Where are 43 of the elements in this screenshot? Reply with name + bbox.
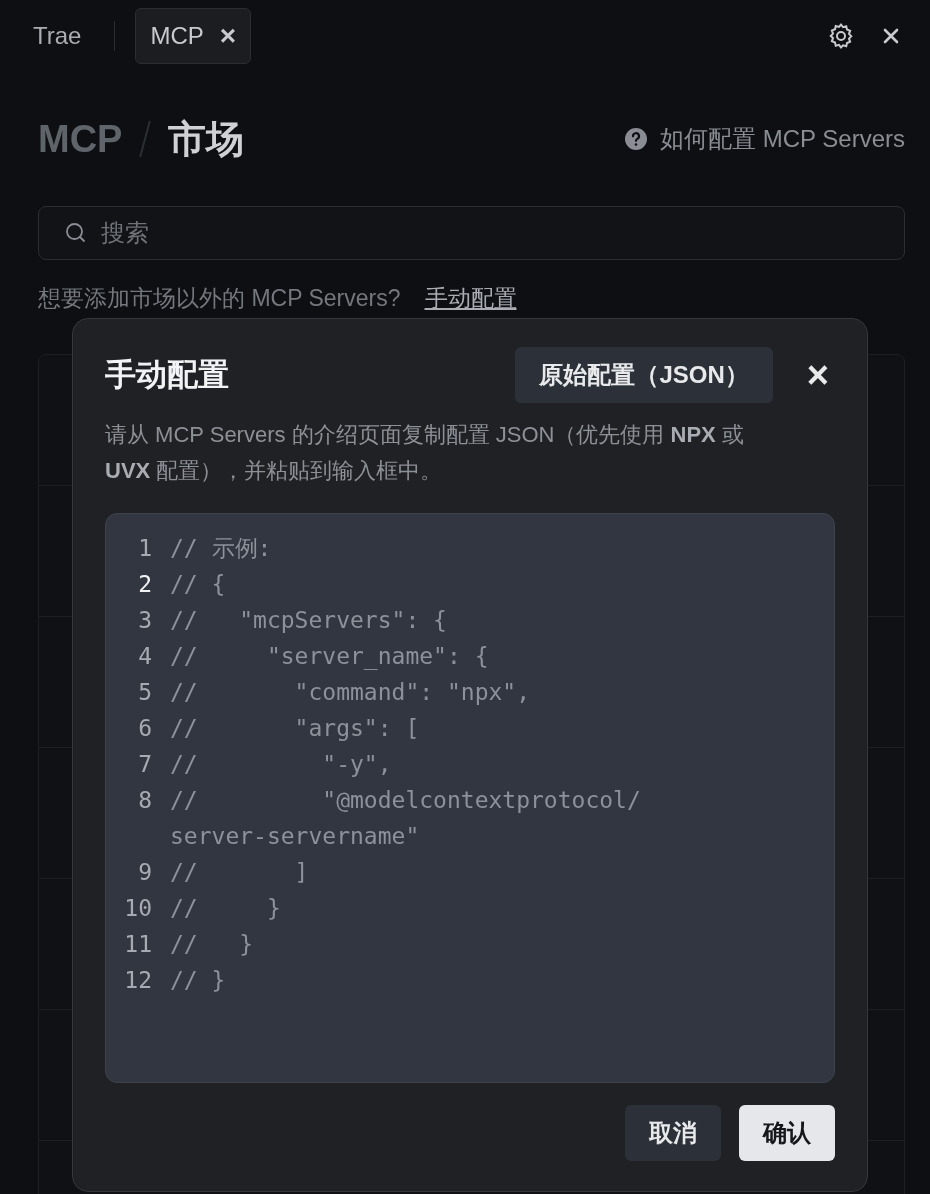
close-icon[interactable] [882,27,900,45]
close-icon[interactable]: × [219,20,237,52]
code-line: // "@modelcontextprotocol/ [170,787,641,813]
mode-button[interactable]: 原始配置（JSON） [515,347,773,403]
line-number: 12 [123,967,152,993]
cancel-button[interactable]: 取消 [625,1105,721,1161]
code-line: // "-y", [170,751,392,777]
line-number: 3 [137,607,152,633]
help-link[interactable]: 如何配置 MCP Servers [660,123,905,155]
help-icon[interactable] [624,127,649,151]
line-number: 1 [137,535,152,561]
code-editor[interactable]: 1 // 示例: 2 // { 3 // "mcpServers": { 4 // "server_name": { 5 // "command": "npx", 6 // "args": [ 7 // "-y", 8 // "@modelcontextprotocol/ server-servername" 9 // ] 10 // } 11 // } 12 // } [105,513,835,1083]
line-number: 2 [137,571,152,597]
page-title: 市场 [168,116,245,162]
dialog-description: 请从 MCP Servers 的介绍页面复制配置 JSON（优先使用 NPX 或 UVX 配置），并粘贴到输入框中。 [105,421,745,485]
search-field[interactable]: 搜索 [38,206,905,260]
tab[interactable]: Trae [18,8,97,64]
close-button[interactable]: × [800,356,835,394]
prompt-text: 想要添加市场以外的 MCP Servers? [38,283,401,313]
code-line: // "mcpServers": { [170,607,447,633]
search-icon [64,221,88,245]
tab[interactable]: MCP × [135,8,252,64]
line-number: 9 [137,859,152,885]
code-line: // { [170,571,226,597]
line-number: 6 [137,715,152,741]
code-line: // ] [170,859,309,885]
code-line: // 示例: [170,533,272,563]
line-number: 10 [123,895,152,921]
confirm-button[interactable]: 确认 [739,1105,835,1161]
code-line: server-servername" [170,823,420,849]
code-line: // } [170,967,226,993]
line-number: 11 [123,931,152,957]
line-number: 4 [137,643,152,669]
code-line: // "server_name": { [170,643,489,669]
dialog-title: 手动配置 [105,356,229,394]
line-number: 8 [137,787,152,813]
code-line: // } [170,895,281,921]
code-line: // "args": [ [170,715,420,741]
manual-config-link[interactable]: 手动配置 [424,282,517,314]
line-number: 5 [137,679,152,705]
line-number: 7 [137,751,152,777]
code-line: // } [170,931,254,957]
code-line: // "command": "npx", [170,679,531,705]
